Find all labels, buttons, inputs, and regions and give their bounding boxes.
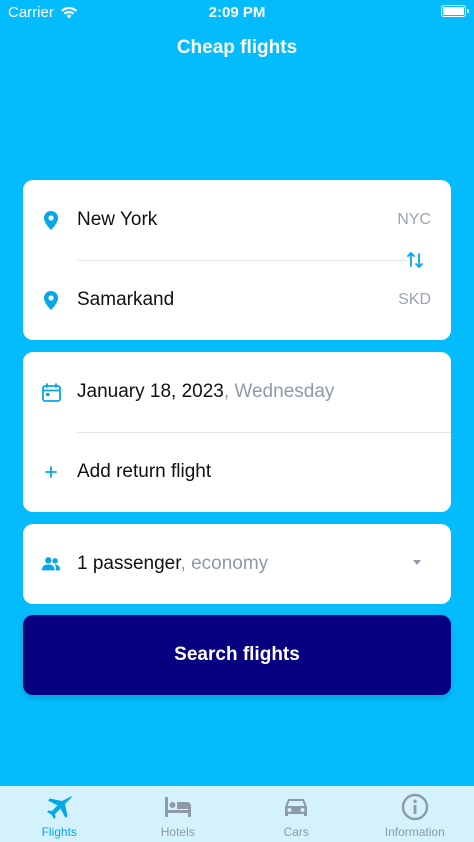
tab-cars-label: Cars xyxy=(283,825,309,839)
tab-flights[interactable]: Flights xyxy=(0,786,119,842)
tab-flights-label: Flights xyxy=(41,825,77,839)
car-icon xyxy=(285,799,308,816)
origin-row[interactable]: New York NYC xyxy=(23,180,451,260)
passenger-class: , economy xyxy=(180,553,269,574)
origin-city: New York xyxy=(77,209,158,230)
destination-city: Samarkand xyxy=(77,289,175,310)
battery-icon xyxy=(441,5,469,17)
departure-date-row[interactable]: January 18, 2023, Wednesday xyxy=(23,352,451,432)
add-return-label: Add return flight xyxy=(77,461,212,482)
dates-card: January 18, 2023, Wednesday Add return f… xyxy=(23,352,451,512)
airplane-icon xyxy=(47,796,72,819)
passenger-count: 1 passenger xyxy=(77,553,181,574)
departure-date-value: January 18, 2023 xyxy=(77,381,224,402)
status-bar: Carrier 2:09 PM xyxy=(0,0,474,26)
tab-hotels[interactable]: Hotels xyxy=(119,786,238,842)
passengers-summary: 1 passenger, economy xyxy=(77,553,268,575)
tab-information-label: Information xyxy=(384,825,445,839)
location-pin-icon xyxy=(41,210,61,230)
departure-date: January 18, 2023, Wednesday xyxy=(77,381,334,403)
route-card: New York NYC Samarkand SKD xyxy=(23,180,451,340)
departure-weekday: , Wednesday xyxy=(223,381,335,402)
page-title: Cheap flights xyxy=(176,37,298,58)
location-pin-icon xyxy=(41,290,61,310)
people-icon xyxy=(41,554,61,574)
search-flights-button[interactable]: Search flights xyxy=(23,615,451,695)
bed-icon xyxy=(164,797,191,817)
destination-row[interactable]: Samarkand SKD xyxy=(23,260,451,340)
passengers-row[interactable]: 1 passenger, economy xyxy=(23,524,451,604)
tab-bar: Flights Hotels Cars Information xyxy=(0,786,474,842)
plus-icon xyxy=(41,462,61,482)
tab-hotels-label: Hotels xyxy=(160,825,195,839)
chevron-down-icon xyxy=(413,560,421,565)
passengers-card[interactable]: 1 passenger, economy xyxy=(23,524,451,604)
info-icon xyxy=(401,793,428,821)
add-return-row[interactable]: Add return flight xyxy=(23,432,451,512)
tab-cars[interactable]: Cars xyxy=(237,786,356,842)
status-time: 2:09 PM xyxy=(208,4,266,21)
destination-code: SKD xyxy=(398,291,431,308)
origin-code: NYC xyxy=(397,211,431,228)
tab-information[interactable]: Information xyxy=(356,786,474,842)
calendar-icon xyxy=(41,382,61,402)
